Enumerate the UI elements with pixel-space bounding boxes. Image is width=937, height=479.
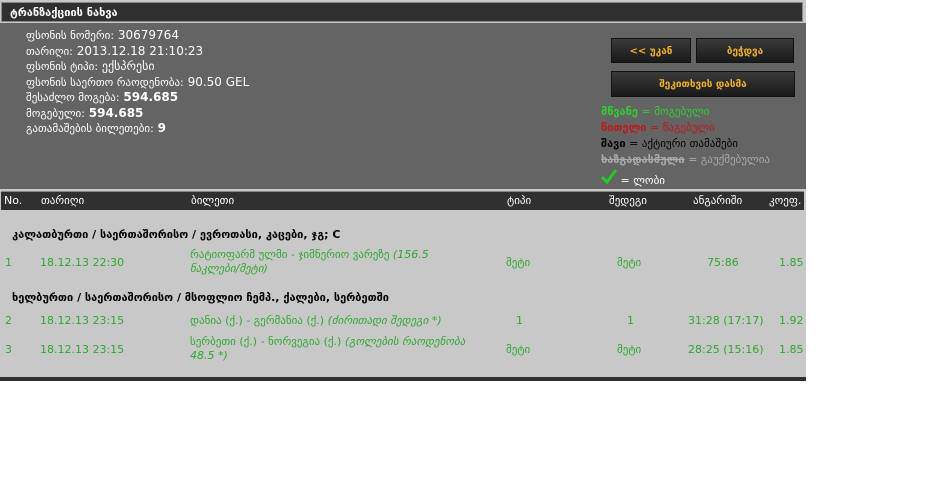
ask-question-button[interactable]: შეკითხვის დასმა	[611, 71, 795, 97]
panel-bottom-border	[0, 377, 806, 381]
row-result: მეტი	[617, 343, 642, 356]
row-event: სერბეთი (ქ.) - ნორვეგია (ქ.) (გოლების რა…	[190, 335, 466, 362]
col-ticket: ბილეთი	[191, 194, 235, 207]
legend-red: წითელი = წაგებული	[601, 121, 715, 134]
row-odds: 1.85	[779, 343, 804, 356]
info-row-type: ფსონის ტიპი: ექსპრესი	[26, 59, 155, 73]
legend-black: შავი = აქტიური თამაშები	[601, 137, 738, 150]
row-odds: 1.92	[779, 314, 804, 327]
row-score: 31:28 (17:17)	[688, 314, 764, 327]
legend-green: მწვანე = მოგებული	[601, 105, 710, 118]
row-event: რატიოფარმ ულმი - ჯიმნერიო ვარეზე (156.5 …	[190, 248, 429, 275]
group-title-handball: ხელბურთი / საერთაშორისო / მსოფლიო ჩემპ.,…	[12, 291, 389, 304]
col-score: ანგარიში	[693, 194, 743, 207]
info-row-number: ფსონის ნომერი: 30679764	[26, 28, 179, 42]
ticket-info: ფსონის ნომერი: 30679764 თარიღი: 2013.12.…	[26, 28, 249, 137]
row-number: 1	[5, 256, 12, 269]
group-title-basketball: კალათბურთი / საერთაშორისო / ევროთასი, კა…	[12, 228, 341, 241]
col-date: თარიღი	[41, 194, 85, 207]
info-row-possible-win: შესაძლო მოგება: 594.685	[26, 90, 179, 104]
legend-check: = ლობი	[600, 168, 770, 189]
info-row-won: მოგებული: 594.685	[26, 105, 144, 120]
back-button[interactable]: << უკან	[611, 38, 691, 63]
row-date: 18.12.13 23:15	[40, 343, 125, 356]
checkmark-icon	[600, 168, 618, 189]
row-odds: 1.85	[779, 256, 804, 269]
row-date: 18.12.13 23:15	[40, 314, 125, 327]
row-date: 18.12.13 22:30	[40, 256, 125, 269]
row-result: 1	[627, 314, 634, 327]
color-legend: მწვანე = მოგებული წითელი = წაგებული შავი…	[600, 104, 770, 189]
row-score: 28:25 (15:16)	[688, 343, 764, 356]
row-type: 1	[516, 314, 523, 327]
info-row-total: ფსონის საერთო რაოდენობა: 90.50 GEL	[26, 74, 250, 89]
row-type: მეტი	[506, 256, 531, 269]
col-no: No.	[4, 194, 23, 207]
row-number: 2	[5, 314, 12, 327]
row-score: 75:86	[707, 256, 739, 269]
col-type: ტიპი	[507, 194, 532, 207]
info-box: ფსონის ნომერი: 30679764 თარიღი: 2013.12.…	[0, 23, 806, 189]
legend-gray: ხაზგადასმული = გაუქმებულია	[601, 153, 770, 166]
col-result: შედეგი	[609, 194, 647, 207]
info-row-date: თარიღი: 2013.12.18 21:10:23	[26, 43, 204, 58]
col-odds: კოეფ.	[769, 194, 802, 207]
row-number: 3	[5, 343, 12, 356]
panel-title: ტრანზაქციის ნახვა	[1, 2, 803, 22]
transaction-panel: ტრანზაქციის ნახვა ფსონის ნომერი: 3067976…	[0, 0, 806, 381]
row-type: მეტი	[506, 343, 531, 356]
table-header: No. თარიღი ბილეთი ტიპი შედეგი ანგარიში კ…	[1, 191, 804, 210]
print-button[interactable]: ბეჭდვა	[696, 38, 794, 63]
info-row-lottery-tickets: გათამაშების ბილეთები: 9	[26, 121, 166, 135]
row-event: დანია (ქ.) - გერმანია (ქ.) (ძირითადი შედ…	[190, 314, 442, 327]
row-result: მეტი	[617, 256, 642, 269]
